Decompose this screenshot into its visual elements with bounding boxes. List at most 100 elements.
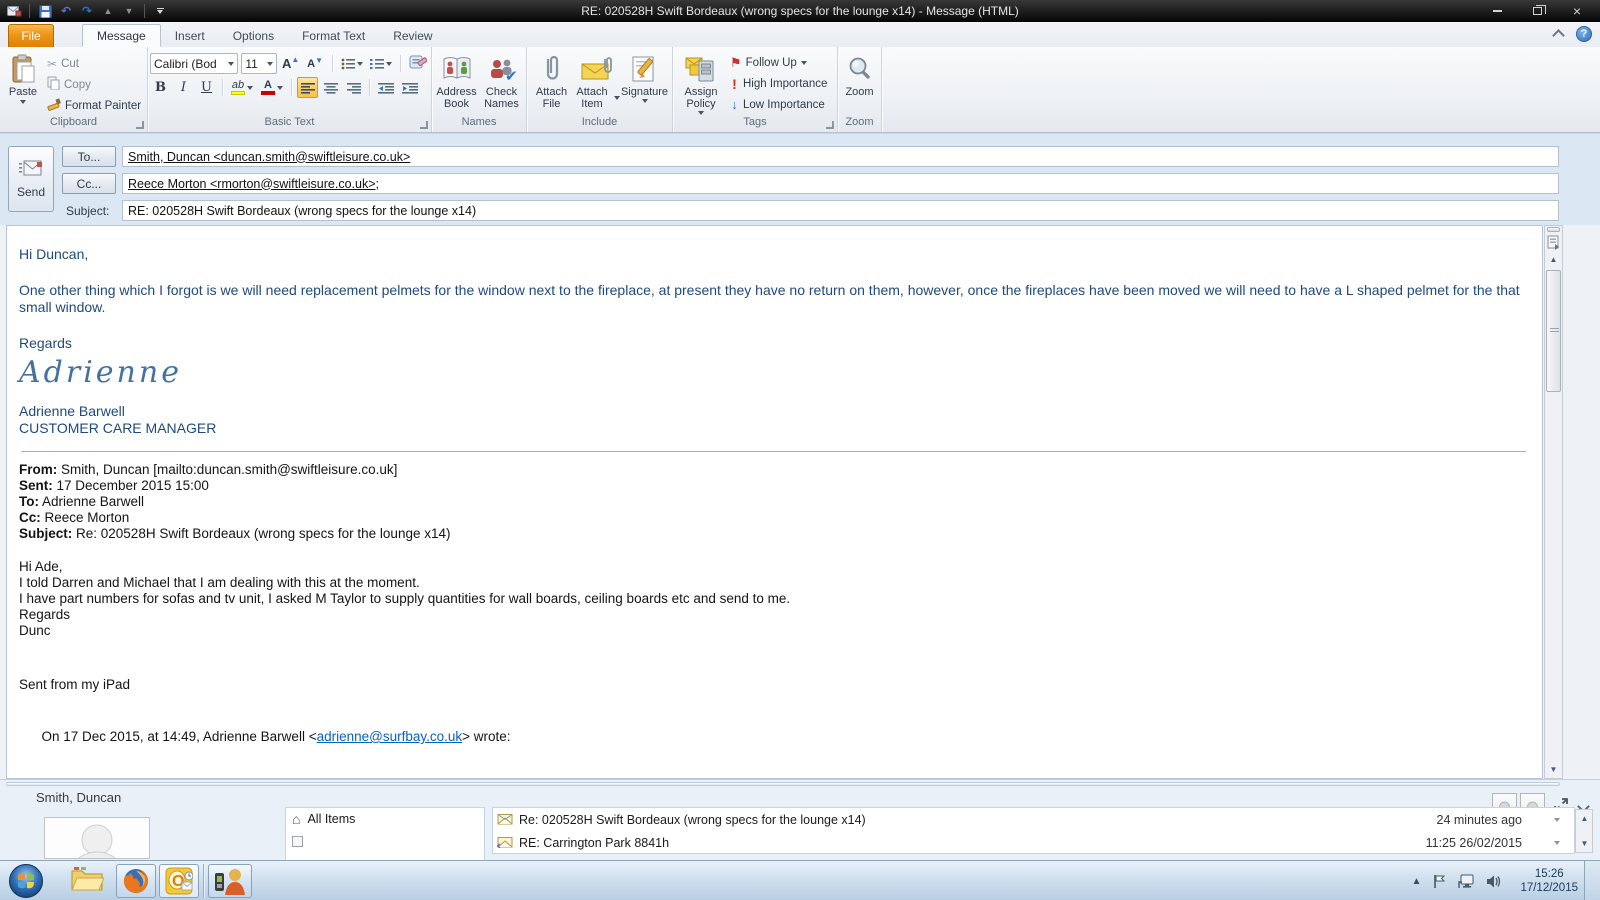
item-dropdown-caret-icon[interactable] bbox=[1554, 817, 1560, 822]
nav-all-items[interactable]: ⌂ All Items bbox=[286, 808, 484, 830]
cc-field[interactable]: Reece Morton <rmorton@swiftleisure.co.uk… bbox=[122, 173, 1559, 194]
message-body[interactable]: Hi Duncan, One other thing which I forgo… bbox=[6, 225, 1543, 779]
address-book-button[interactable]: Address Book bbox=[434, 49, 479, 110]
underline-button[interactable]: U bbox=[196, 77, 217, 98]
nav-item-partial[interactable] bbox=[286, 830, 484, 852]
tab-options[interactable]: Options bbox=[219, 24, 288, 47]
paste-button[interactable]: Paste bbox=[2, 49, 44, 116]
align-right-button[interactable] bbox=[343, 77, 364, 98]
decrease-indent-button[interactable] bbox=[375, 77, 397, 98]
grow-font-button[interactable]: A ▲ bbox=[280, 53, 302, 74]
body-scrollbar[interactable]: ▲ ▼ bbox=[1544, 225, 1563, 779]
assign-policy-caret-icon bbox=[698, 111, 704, 115]
signature-button[interactable]: Signature bbox=[620, 49, 670, 110]
quoted-body-line: Hi Ade, bbox=[19, 559, 63, 574]
list-item[interactable]: Re: 020528H Swift Bordeaux (wrong specs … bbox=[493, 808, 1574, 831]
communicator-taskbar-button[interactable] bbox=[208, 863, 252, 898]
tab-insert[interactable]: Insert bbox=[161, 24, 219, 47]
minimize-button[interactable] bbox=[1484, 4, 1510, 19]
taskbar-clock[interactable]: 15:26 17/12/2015 bbox=[1514, 867, 1578, 895]
follow-up-button[interactable]: ⚑ Follow Up bbox=[727, 52, 830, 73]
decrease-indent-icon bbox=[378, 82, 394, 94]
list-item[interactable]: RE: Carrington Park 8841h 11:25 26/02/20… bbox=[493, 831, 1574, 853]
bullets-button[interactable] bbox=[338, 53, 364, 74]
numbering-button[interactable] bbox=[368, 53, 394, 74]
split-handle[interactable] bbox=[1547, 227, 1560, 232]
firefox-taskbar-button[interactable] bbox=[116, 863, 156, 898]
high-importance-button[interactable]: ! High Importance bbox=[727, 73, 830, 94]
check-names-button[interactable]: ✔ Check Names bbox=[479, 49, 524, 110]
subject-field[interactable]: RE: 020528H Swift Bordeaux (wrong specs … bbox=[122, 200, 1559, 221]
send-button[interactable]: Send bbox=[8, 146, 54, 212]
customize-qat-dropdown-icon[interactable] bbox=[152, 3, 168, 19]
collapse-ribbon-icon[interactable] bbox=[1552, 29, 1566, 39]
item-dropdown-caret-icon[interactable] bbox=[1554, 840, 1560, 845]
signature-icon bbox=[631, 52, 659, 86]
attach-file-button[interactable]: Attach File bbox=[530, 49, 574, 110]
cc-button[interactable]: Cc... bbox=[62, 173, 116, 194]
clear-formatting-icon bbox=[409, 54, 428, 73]
restore-button[interactable] bbox=[1524, 4, 1550, 19]
text-highlight-button[interactable]: ab bbox=[228, 77, 256, 98]
align-center-button[interactable] bbox=[320, 77, 341, 98]
explorer-taskbar-icon[interactable] bbox=[70, 865, 105, 896]
zoom-icon bbox=[847, 52, 873, 86]
start-button[interactable] bbox=[8, 863, 44, 899]
email-link[interactable]: adrienne@surfbay.co.uk bbox=[317, 729, 463, 744]
contact-photo[interactable] bbox=[44, 817, 150, 859]
people-pane-splitter[interactable] bbox=[6, 782, 1560, 786]
network-icon[interactable] bbox=[1458, 874, 1474, 889]
help-icon[interactable]: ? bbox=[1576, 26, 1592, 42]
zoom-button[interactable]: Zoom bbox=[840, 49, 879, 98]
cut-button[interactable]: ✂ Cut bbox=[44, 53, 144, 74]
clipboard-dialog-launcher-icon[interactable] bbox=[136, 121, 144, 129]
to-field[interactable]: Smith, Duncan <duncan.smith@swiftleisure… bbox=[122, 146, 1559, 167]
tab-review[interactable]: Review bbox=[379, 24, 446, 47]
scroll-down-icon[interactable]: ▼ bbox=[1577, 836, 1592, 851]
font-size-combo[interactable]: 11 bbox=[241, 53, 277, 74]
redo-icon[interactable]: ↷ bbox=[79, 3, 95, 19]
names-group-label: Names bbox=[461, 116, 497, 128]
action-center-flag-icon[interactable] bbox=[1433, 874, 1446, 889]
font-name-combo[interactable]: Calibri (Bod bbox=[150, 53, 239, 74]
to-button[interactable]: To... bbox=[62, 146, 116, 167]
hidden-icons-button[interactable]: ▲ bbox=[1412, 876, 1422, 887]
attach-item-button[interactable]: Attach Item bbox=[574, 49, 620, 110]
low-importance-button[interactable]: ↓ Low Importance bbox=[727, 94, 830, 115]
scroll-up-icon[interactable]: ▲ bbox=[1546, 252, 1561, 267]
outlook-taskbar-button[interactable]: O bbox=[159, 863, 199, 898]
scroll-up-icon[interactable]: ▲ bbox=[1577, 811, 1592, 826]
people-pane-scrollbar[interactable]: ▲ ▼ bbox=[1575, 809, 1593, 853]
sent-from-line: Sent from my iPad bbox=[19, 677, 131, 692]
tab-format-text[interactable]: Format Text bbox=[288, 24, 379, 47]
title-bar: ↶ ↷ ▲ ▼ RE: 020528H Swift Bordeaux (wron… bbox=[0, 0, 1600, 22]
save-icon[interactable] bbox=[37, 3, 53, 19]
align-left-button[interactable] bbox=[297, 77, 318, 98]
clear-formatting-button[interactable] bbox=[407, 53, 429, 74]
font-color-icon: A bbox=[261, 80, 275, 95]
volume-icon[interactable] bbox=[1486, 874, 1502, 889]
close-button[interactable]: × bbox=[1564, 3, 1590, 19]
format-painter-button[interactable]: Format Painter bbox=[44, 95, 144, 116]
scrollbar-thumb[interactable] bbox=[1546, 270, 1561, 392]
align-left-icon bbox=[300, 82, 315, 94]
people-pane: Smith, Duncan ⌂ All Items Re: 020528H Sw… bbox=[0, 779, 1600, 861]
browse-object-icon[interactable] bbox=[1546, 234, 1561, 250]
scroll-down-icon[interactable]: ▼ bbox=[1546, 762, 1561, 777]
shrink-font-button[interactable]: A ▼ bbox=[305, 53, 326, 74]
undo-icon[interactable]: ↶ bbox=[58, 3, 74, 19]
quoted-message-divider bbox=[21, 451, 1526, 452]
qat-separator bbox=[29, 4, 30, 18]
italic-button[interactable]: I bbox=[173, 77, 194, 98]
copy-button[interactable]: Copy bbox=[44, 74, 144, 95]
bold-button[interactable]: B bbox=[150, 77, 171, 98]
paste-icon bbox=[10, 52, 36, 86]
tab-file[interactable]: File bbox=[8, 24, 54, 47]
increase-indent-button[interactable] bbox=[399, 77, 421, 98]
show-desktop-button[interactable] bbox=[1584, 861, 1600, 900]
tab-message[interactable]: Message bbox=[82, 24, 161, 47]
font-color-button[interactable]: A bbox=[258, 77, 286, 98]
assign-policy-button[interactable]: Assign Policy bbox=[675, 49, 727, 115]
tags-dialog-launcher-icon[interactable] bbox=[826, 121, 834, 129]
basic-text-dialog-launcher-icon[interactable] bbox=[420, 121, 428, 129]
